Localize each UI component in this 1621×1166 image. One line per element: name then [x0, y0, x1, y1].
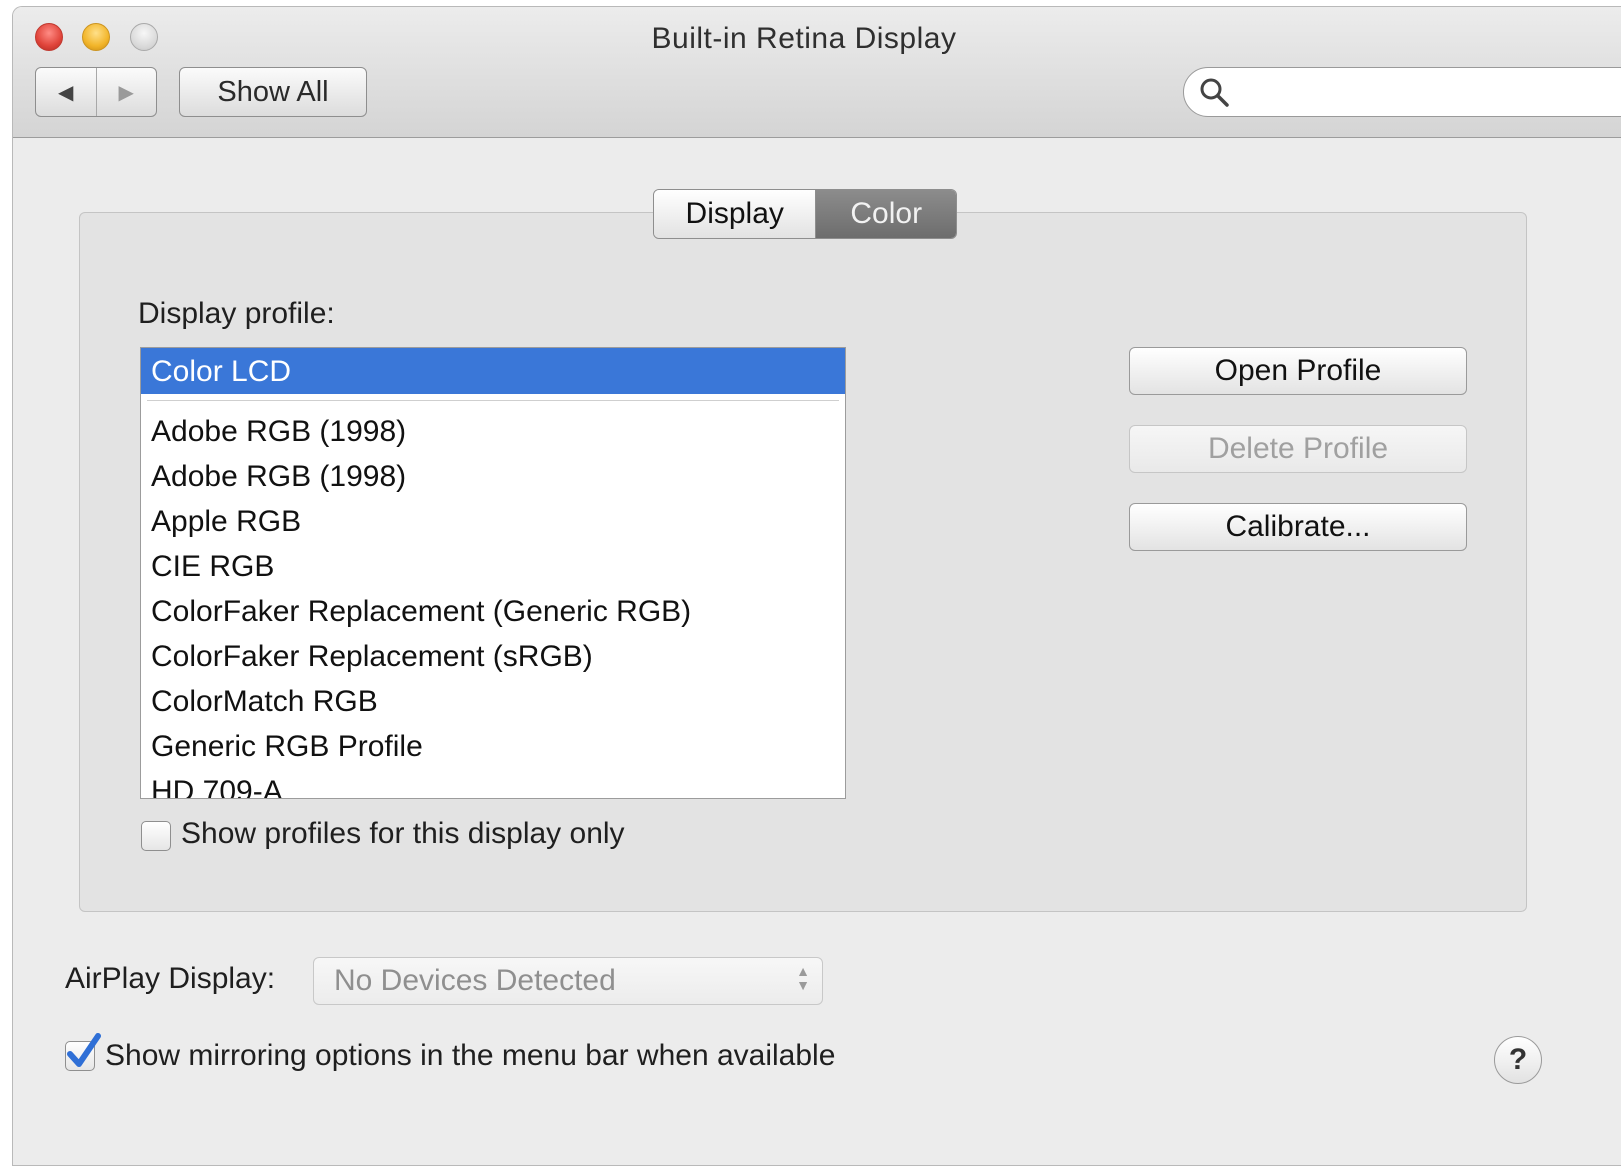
airplay-display-label: AirPlay Display: [65, 962, 276, 995]
checkmark-icon [67, 1033, 101, 1067]
profile-list-item[interactable]: Apple RGB [141, 499, 845, 544]
search-field[interactable] [1183, 67, 1621, 117]
profile-list-item[interactable]: Generic RGB Profile [141, 724, 845, 769]
open-profile-button[interactable]: Open Profile [1129, 347, 1467, 395]
tab-bar: Display Color [653, 189, 957, 239]
calibrate-button[interactable]: Calibrate... [1129, 503, 1467, 551]
profile-list-item[interactable]: CIE RGB [141, 544, 845, 589]
back-button[interactable]: ◀ [36, 68, 97, 116]
search-input[interactable] [1240, 76, 1604, 108]
tab-color[interactable]: Color [816, 190, 956, 238]
forward-arrow-icon: ▶ [118, 81, 134, 104]
show-all-button[interactable]: Show All [179, 67, 367, 117]
delete-profile-button[interactable]: Delete Profile [1129, 425, 1467, 473]
profile-list-item[interactable]: Adobe RGB (1998) [141, 409, 845, 454]
show-profiles-only-label: Show profiles for this display only [181, 817, 625, 850]
profile-list-item[interactable]: ColorFaker Replacement (sRGB) [141, 634, 845, 679]
profile-list-item[interactable]: ColorMatch RGB [141, 679, 845, 724]
titlebar: Built-in Retina Display ◀ ▶ Show All [13, 7, 1621, 138]
airplay-display-value: No Devices Detected [334, 964, 616, 997]
search-icon [1200, 78, 1229, 107]
show-mirroring-checkbox[interactable] [65, 1033, 101, 1071]
help-button[interactable]: ? [1494, 1036, 1542, 1084]
profile-list-item[interactable]: HD 709-A [141, 769, 845, 798]
back-forward-control: ◀ ▶ [35, 67, 157, 117]
preferences-window: Built-in Retina Display ◀ ▶ Show All Dis… [12, 6, 1621, 1166]
display-profile-list[interactable]: Color LCD Adobe RGB (1998) Adobe RGB (19… [140, 347, 846, 799]
updown-arrows-icon: ▲ ▼ [796, 963, 810, 993]
tab-display[interactable]: Display [654, 190, 817, 238]
profile-list-item[interactable]: Adobe RGB (1998) [141, 454, 845, 499]
show-mirroring-label: Show mirroring options in the menu bar w… [105, 1039, 836, 1072]
profile-list-item[interactable]: ColorFaker Replacement (Generic RGB) [141, 589, 845, 634]
profile-list-item-selected[interactable]: Color LCD [141, 348, 845, 394]
profile-list-separator [147, 400, 839, 401]
forward-button[interactable]: ▶ [97, 68, 157, 116]
show-profiles-only-checkbox[interactable] [141, 821, 171, 851]
display-profile-label: Display profile: [138, 297, 335, 330]
airplay-display-popup[interactable]: No Devices Detected ▲ ▼ [313, 957, 823, 1005]
back-arrow-icon: ◀ [58, 81, 74, 104]
window-title: Built-in Retina Display [651, 22, 957, 55]
